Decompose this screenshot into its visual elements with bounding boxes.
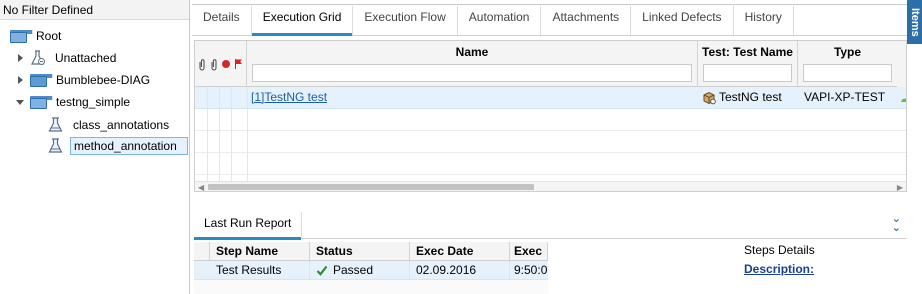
column-header-name[interactable]: Name (247, 41, 698, 87)
tree-item-label: testng_simple (56, 95, 131, 109)
scroll-left-icon[interactable]: ◀ (198, 183, 204, 191)
empty-row (195, 153, 906, 175)
check-icon (316, 265, 328, 276)
side-panel-tab[interactable]: Items (907, 0, 922, 44)
column-header-type[interactable]: Type (798, 41, 898, 87)
detail-tabbar: Details Execution Grid Execution Flow Au… (192, 6, 907, 36)
double-chevron-down-icon[interactable]: ⌄ ⌄ (892, 214, 901, 234)
column-header-status[interactable]: Status (310, 242, 410, 261)
row-header-corner (194, 242, 210, 261)
flag-icon[interactable] (232, 41, 244, 87)
step-name-value: Test Results (210, 261, 310, 279)
tree-item-bumblebee-diag[interactable]: Bumblebee-DIAG (14, 70, 153, 90)
tab-execution-flow[interactable]: Execution Flow (353, 6, 458, 35)
tab-history[interactable]: History (734, 6, 794, 35)
tab-details[interactable]: Details (192, 6, 252, 35)
steps-details-pane: Steps Details Description: (744, 242, 914, 292)
collapse-arrow-icon[interactable] (14, 96, 26, 108)
tree-item-label: class_annotations (73, 118, 170, 132)
folder-icon (30, 73, 53, 87)
test-type-icon (702, 91, 716, 105)
table-row[interactable]: [1]TestNG test TestNG test VAPI-XP-TEST (195, 87, 906, 109)
tree-item-method-annotation[interactable]: method_annotation (44, 136, 188, 156)
expand-arrow-icon[interactable] (14, 74, 26, 86)
type-filter-input[interactable] (803, 64, 892, 82)
defect-icon[interactable] (220, 41, 232, 87)
column-header-exec-time[interactable]: Exec (510, 242, 548, 261)
filter-status: No Filter Defined (0, 0, 189, 20)
column-title: Type (833, 45, 862, 59)
vertical-scrollbar[interactable] (897, 41, 906, 87)
tab-execution-grid[interactable]: Execution Grid (251, 6, 354, 36)
type-value: VAPI-XP-TEST (804, 90, 886, 104)
test-name-value: TestNG test (719, 90, 782, 104)
scroll-right-icon[interactable]: ▶ (897, 183, 903, 191)
column-header-test-name[interactable]: Test: Test Name (698, 41, 798, 87)
report-scroll-area (194, 280, 548, 294)
tab-linked-defects[interactable]: Linked Defects (631, 6, 734, 35)
tab-attachments[interactable]: Attachments (541, 6, 632, 35)
tree-item-label: Root (36, 29, 62, 43)
status-value: Passed (333, 263, 374, 277)
test-instance-link[interactable]: [1]TestNG test (251, 90, 327, 104)
tab-automation[interactable]: Automation (458, 6, 542, 35)
scrollbar-thumb[interactable] (208, 184, 534, 190)
exec-time-value: 9:50:0 (514, 263, 548, 277)
exec-date-value: 02.09.2016 (410, 261, 510, 279)
name-filter-input[interactable] (252, 64, 692, 82)
attachment-icon[interactable] (196, 41, 208, 87)
test-set-icon (48, 138, 64, 154)
test-lab-tree-panel: No Filter Defined Root Unattached Bumble… (0, 0, 190, 294)
column-title: Test: Test Name (702, 45, 793, 59)
horizontal-scrollbar[interactable]: ◀ ▶ (195, 181, 906, 191)
top-divider (192, 0, 907, 5)
folder-open-icon (30, 95, 53, 109)
column-divider (219, 87, 220, 181)
last-run-report-table: Step Name Status Exec Date Exec Test Res… (194, 242, 548, 294)
steps-details-title: Steps Details (744, 243, 815, 257)
status-dot-icon (899, 93, 906, 102)
tab-last-run-report[interactable]: Last Run Report (194, 212, 303, 240)
test-set-detail-panel: Details Execution Grid Execution Flow Au… (192, 0, 922, 294)
column-title: Name (455, 45, 489, 59)
tree-item-class-annotations[interactable]: class_annotations (44, 115, 172, 135)
empty-row (195, 131, 906, 153)
description-label: Description: (744, 262, 815, 276)
test-name-filter-input[interactable] (703, 64, 792, 82)
bottom-tabbar: Last Run Report ⌄ ⌄ (194, 212, 907, 240)
attachment-icon[interactable] (208, 41, 220, 87)
execution-grid: Name Test: Test Name Type [1]TestNG test (194, 40, 907, 192)
column-divider (231, 87, 232, 181)
tree-item-unattached[interactable]: Unattached (14, 48, 119, 68)
column-header-step-name[interactable]: Step Name (210, 242, 310, 261)
unattached-icon (30, 50, 46, 66)
tree-item-testng-simple[interactable]: testng_simple (14, 92, 133, 112)
empty-row (195, 109, 906, 131)
tree-item-label: Bumblebee-DIAG (56, 73, 151, 87)
test-set-icon (48, 117, 64, 133)
column-divider (247, 87, 248, 181)
column-divider (207, 87, 208, 181)
table-row[interactable]: Test Results Passed 02.09.2016 9:50:0 (194, 261, 548, 280)
tree-item-label: Unattached (55, 51, 117, 65)
tree-item-root[interactable]: Root (6, 26, 64, 46)
column-header-exec-date[interactable]: Exec Date (410, 242, 510, 261)
tree-item-label: method_annotation (70, 137, 188, 155)
expand-arrow-icon[interactable] (14, 52, 26, 64)
folder-open-icon (10, 29, 33, 43)
